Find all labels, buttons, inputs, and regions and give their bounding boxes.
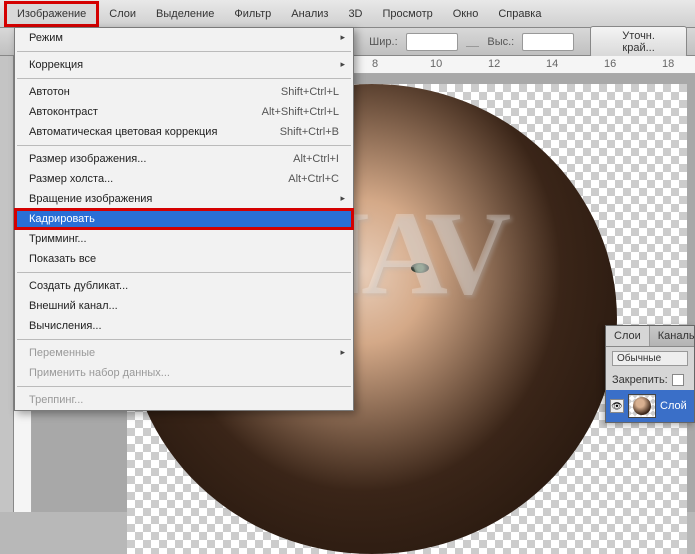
menu-calculations[interactable]: Вычисления...	[15, 316, 353, 336]
lock-label: Закрепить:	[612, 374, 668, 386]
tab-channels[interactable]: Каналы	[650, 326, 695, 346]
menu-image-rotation[interactable]: Вращение изображения	[15, 189, 353, 209]
menu-view[interactable]: Просмотр	[373, 4, 443, 24]
ruler-mark: 10	[430, 58, 442, 70]
width-label: Шир.:	[369, 36, 397, 48]
visibility-toggle-icon[interactable]: 👁	[610, 399, 624, 413]
menu-select[interactable]: Выделение	[146, 4, 224, 24]
refine-edge-button[interactable]: Уточн. край...	[590, 26, 687, 58]
menu-adjustments[interactable]: Коррекция	[15, 55, 353, 75]
layers-panel: Слои Каналы Обычные Закрепить: 👁 Слой	[605, 325, 695, 423]
blend-mode-select[interactable]: Обычные	[612, 351, 688, 366]
menu-autocolor[interactable]: Автоматическая цветовая коррекцияShift+C…	[15, 122, 353, 142]
menu-3d[interactable]: 3D	[338, 4, 372, 24]
menu-image-size[interactable]: Размер изображения...Alt+Ctrl+I	[15, 149, 353, 169]
menu-autocontrast[interactable]: АвтоконтрастAlt+Shift+Ctrl+L	[15, 102, 353, 122]
width-input[interactable]	[406, 33, 458, 51]
separator	[17, 339, 351, 340]
ruler-mark: 12	[488, 58, 500, 70]
tab-layers[interactable]: Слои	[606, 326, 650, 346]
menu-image[interactable]: Изображение	[4, 1, 99, 27]
tools-panel[interactable]	[0, 56, 14, 512]
menubar: Изображение Слои Выделение Фильтр Анализ…	[0, 0, 695, 28]
height-label: Выс.:	[487, 36, 514, 48]
ruler-mark: 8	[372, 58, 378, 70]
link-icon[interactable]	[466, 37, 480, 47]
layer-name[interactable]: Слой	[660, 400, 687, 412]
separator	[17, 145, 351, 146]
layer-row[interactable]: 👁 Слой	[606, 390, 694, 422]
menu-apply-image[interactable]: Внешний канал...	[15, 296, 353, 316]
lock-checkbox-icon[interactable]	[672, 374, 684, 386]
menu-window[interactable]: Окно	[443, 4, 489, 24]
height-input[interactable]	[522, 33, 574, 51]
menu-mode[interactable]: Режим	[15, 28, 353, 48]
menu-help[interactable]: Справка	[488, 4, 551, 24]
separator	[17, 386, 351, 387]
separator	[17, 272, 351, 273]
separator	[17, 78, 351, 79]
layer-thumbnail[interactable]	[628, 394, 656, 418]
menu-trap: Треппинг...	[15, 390, 353, 410]
menu-apply-dataset: Применить набор данных...	[15, 363, 353, 383]
menu-layers[interactable]: Слои	[99, 4, 146, 24]
menu-crop[interactable]: Кадрировать	[15, 209, 353, 229]
panel-tabs: Слои Каналы	[606, 326, 694, 347]
menu-autotone[interactable]: АвтотонShift+Ctrl+L	[15, 82, 353, 102]
image-menu-dropdown: Режим Коррекция АвтотонShift+Ctrl+L Авто…	[14, 27, 354, 411]
menu-variables: Переменные	[15, 343, 353, 363]
ruler-mark: 18	[662, 58, 674, 70]
menu-duplicate[interactable]: Создать дубликат...	[15, 276, 353, 296]
menu-reveal-all[interactable]: Показать все	[15, 249, 353, 269]
separator	[17, 51, 351, 52]
menu-analysis[interactable]: Анализ	[281, 4, 338, 24]
menu-trim[interactable]: Тримминг...	[15, 229, 353, 249]
ruler-mark: 16	[604, 58, 616, 70]
menu-canvas-size[interactable]: Размер холста...Alt+Ctrl+C	[15, 169, 353, 189]
menu-filter[interactable]: Фильтр	[224, 4, 281, 24]
ruler-mark: 14	[546, 58, 558, 70]
